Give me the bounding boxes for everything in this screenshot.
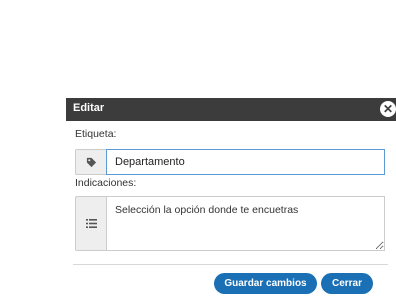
instructions-field-label: Indicaciones: bbox=[75, 177, 137, 189]
close-button[interactable]: Cerrar bbox=[321, 273, 373, 294]
label-input[interactable] bbox=[106, 149, 385, 175]
label-input-group bbox=[75, 149, 385, 175]
dialog-title: Editar bbox=[73, 102, 105, 114]
save-changes-button[interactable]: Guardar cambios bbox=[214, 273, 317, 294]
instructions-textarea[interactable]: Selección la opción donde te encuetras bbox=[106, 196, 385, 251]
list-icon bbox=[75, 196, 106, 251]
close-icon[interactable]: ✕ bbox=[380, 101, 396, 117]
tag-icon bbox=[75, 149, 106, 175]
instructions-input-group: Selección la opción donde te encuetras bbox=[75, 196, 385, 251]
label-field-label: Etiqueta: bbox=[75, 128, 117, 140]
footer-divider bbox=[73, 264, 388, 265]
dialog-titlebar: Editar ✕ bbox=[66, 98, 396, 121]
edit-dialog: Editar ✕ Etiqueta: Indicaciones: Selecci… bbox=[66, 98, 396, 304]
